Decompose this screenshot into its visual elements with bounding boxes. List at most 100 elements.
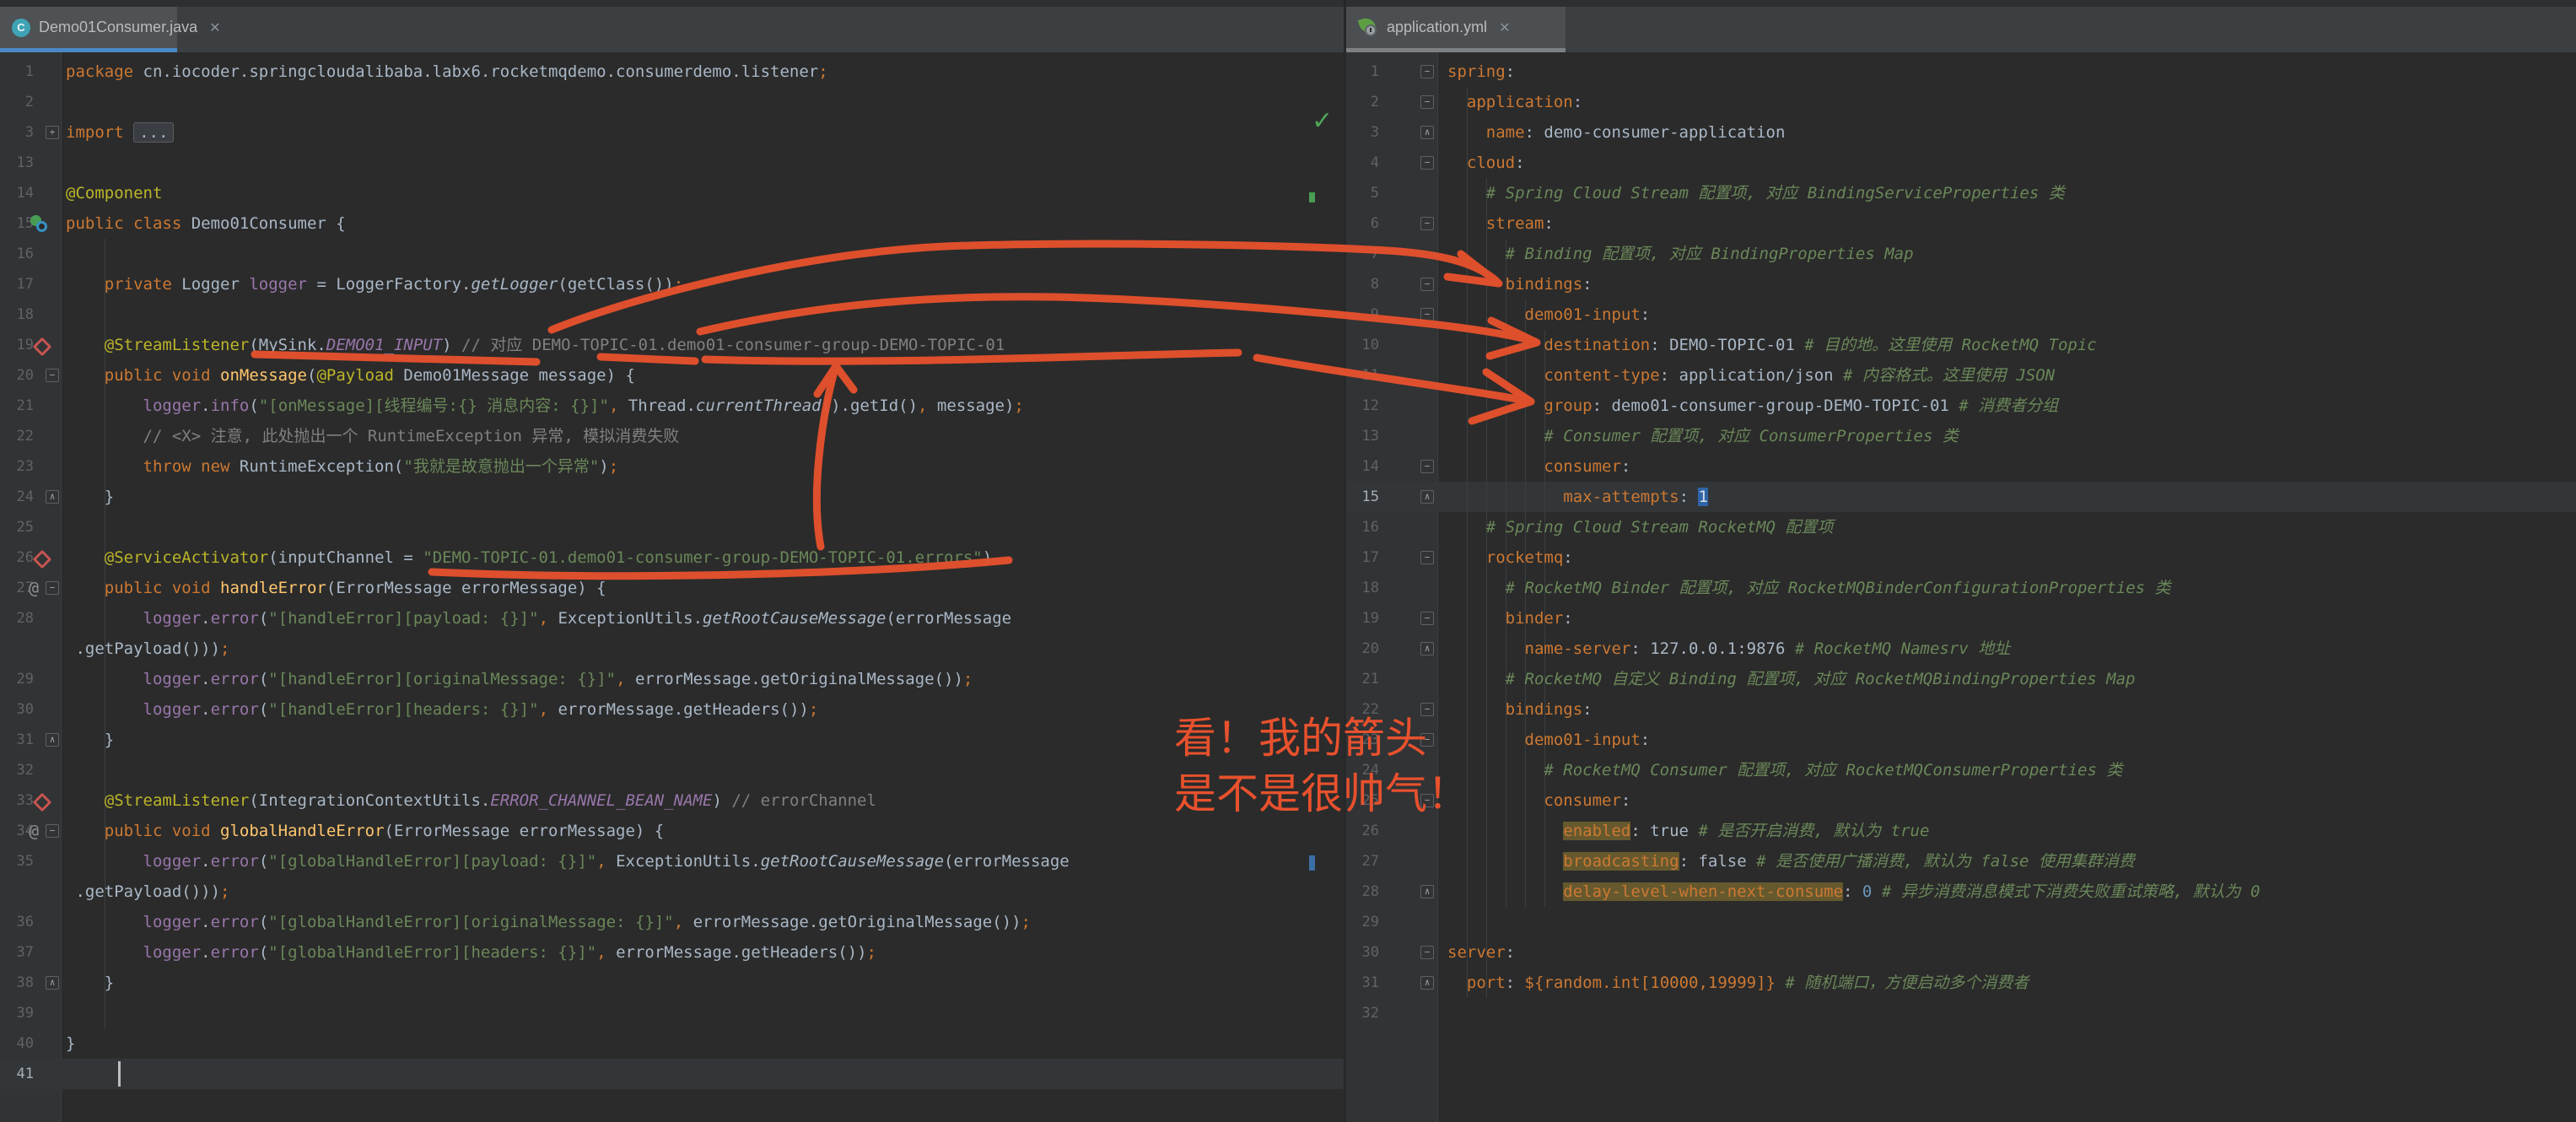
java-code-line[interactable]: 34@− public void globalHandleError(Error…	[0, 816, 1344, 846]
java-code-line[interactable]: 38∧ }	[0, 968, 1344, 998]
line-number[interactable]: 18	[1346, 573, 1379, 603]
fold-minus-icon[interactable]: −	[1420, 217, 1434, 230]
yaml-code-line[interactable]: 9− demo01-input:	[1346, 299, 2576, 330]
line-number[interactable]: 38	[0, 968, 34, 998]
yaml-code-line[interactable]: 8− bindings:	[1346, 269, 2576, 299]
fold-end-icon[interactable]: ∧	[1420, 642, 1434, 655]
yaml-code-line[interactable]: 5 # Spring Cloud Stream 配置项, 对应 BindingS…	[1346, 178, 2576, 208]
line-number[interactable]: 32	[1346, 998, 1379, 1028]
yaml-code-line[interactable]: 15∧ max-attempts: 1	[1346, 482, 2576, 512]
line-number[interactable]: 28	[0, 603, 34, 634]
line-number[interactable]: 29	[0, 664, 34, 694]
yaml-code-line[interactable]: 29	[1346, 907, 2576, 937]
yaml-code-line[interactable]: 12 group: demo01-consumer-group-DEMO-TOP…	[1346, 391, 2576, 421]
fold-minus-icon[interactable]: −	[1420, 612, 1434, 625]
java-code-line[interactable]: 13	[0, 148, 1344, 178]
line-number[interactable]: 11	[1346, 360, 1379, 391]
java-code-line[interactable]: 21 logger.info("[onMessage][线程编号:{} 消息内容…	[0, 391, 1344, 421]
yaml-code-line[interactable]: 11 content-type: application/json # 内容格式…	[1346, 360, 2576, 391]
line-number[interactable]: 15	[1346, 482, 1379, 512]
yaml-code-line[interactable]: 17− rocketmq:	[1346, 542, 2576, 573]
java-code-line[interactable]: 23 throw new RuntimeException("我就是故意抛出一个…	[0, 451, 1344, 482]
line-number[interactable]: 22	[0, 421, 34, 451]
line-number[interactable]: 8	[1346, 269, 1379, 299]
line-number[interactable]: 3	[1346, 117, 1379, 148]
java-code-line[interactable]: 39	[0, 998, 1344, 1028]
java-code-line[interactable]: 24∧ }	[0, 482, 1344, 512]
yaml-code-line[interactable]: 21 # RocketMQ 自定义 Binding 配置项, 对应 Rocket…	[1346, 664, 2576, 694]
yaml-code-line[interactable]: 2− application:	[1346, 87, 2576, 117]
java-code-line[interactable]: 18	[0, 299, 1344, 330]
fold-minus-icon[interactable]: −	[46, 581, 59, 595]
close-icon[interactable]: ✕	[209, 19, 220, 36]
listener-diamond-icon[interactable]	[33, 550, 52, 569]
java-code-line[interactable]: 3+import ...	[0, 117, 1344, 148]
line-number[interactable]: 20	[0, 360, 34, 391]
line-number[interactable]: 35	[0, 846, 34, 877]
line-number[interactable]: 10	[1346, 330, 1379, 360]
line-number[interactable]: 30	[1346, 937, 1379, 968]
java-code-line[interactable]: 15public class Demo01Consumer {	[0, 208, 1344, 239]
line-number[interactable]: 26	[0, 542, 34, 573]
line-number[interactable]: 3	[0, 117, 34, 148]
yaml-code-line[interactable]: 32	[1346, 998, 2576, 1028]
fold-minus-icon[interactable]: −	[1420, 551, 1434, 564]
yaml-code-line[interactable]: 10 destination: DEMO-TOPIC-01 # 目的地。这里使用…	[1346, 330, 2576, 360]
java-code-line[interactable]: 17 private Logger logger = LoggerFactory…	[0, 269, 1344, 299]
tab-application-yml[interactable]: application.yml ✕	[1346, 7, 1566, 48]
line-number[interactable]: 4	[1346, 148, 1379, 178]
yaml-code-line[interactable]: 22− bindings:	[1346, 694, 2576, 725]
line-number[interactable]: 21	[1346, 664, 1379, 694]
line-number[interactable]: 27	[1346, 846, 1379, 877]
yaml-code-line[interactable]: 6− stream:	[1346, 208, 2576, 239]
spring-bean-icon[interactable]	[30, 215, 47, 232]
yaml-code-line[interactable]: 30−server:	[1346, 937, 2576, 968]
line-number[interactable]: 26	[1346, 816, 1379, 846]
fold-end-icon[interactable]: ∧	[1420, 490, 1434, 504]
fold-end-icon[interactable]: ∧	[1420, 976, 1434, 990]
listener-diamond-icon[interactable]	[33, 793, 52, 812]
line-number[interactable]: 14	[0, 178, 34, 208]
yaml-code-line[interactable]: 13 # Consumer 配置项, 对应 ConsumerProperties…	[1346, 421, 2576, 451]
line-number[interactable]: 9	[1346, 299, 1379, 330]
line-number[interactable]: 41	[0, 1059, 34, 1089]
line-number[interactable]: 5	[1346, 178, 1379, 208]
line-number[interactable]: 18	[0, 299, 34, 330]
line-number[interactable]: 20	[1346, 634, 1379, 664]
fold-end-icon[interactable]: ∧	[46, 490, 59, 504]
java-code-line[interactable]: 29 logger.error("[handleError][originalM…	[0, 664, 1344, 694]
line-number[interactable]: 24	[1346, 755, 1379, 785]
annotation-gutter-icon[interactable]: @	[29, 573, 39, 603]
fold-minus-icon[interactable]: −	[1420, 703, 1434, 716]
java-code-line[interactable]: 33 @StreamListener(IntegrationContextUti…	[0, 785, 1344, 816]
line-number[interactable]: 30	[0, 694, 34, 725]
yaml-code-line[interactable]: 20∧ name-server: 127.0.0.1:9876 # Rocket…	[1346, 634, 2576, 664]
line-number[interactable]: 1	[0, 57, 34, 87]
java-code-line[interactable]: 16	[0, 239, 1344, 269]
java-code-line[interactable]: .getPayload()));	[0, 877, 1344, 907]
line-number[interactable]: 15	[0, 208, 34, 239]
yaml-code-line[interactable]: 23− demo01-input:	[1346, 725, 2576, 755]
line-number[interactable]: 19	[0, 330, 34, 360]
fold-minus-icon[interactable]: −	[1420, 460, 1434, 473]
fold-minus-icon[interactable]: −	[1420, 946, 1434, 959]
yaml-code-line[interactable]: 3∧ name: demo-consumer-application	[1346, 117, 2576, 148]
line-number[interactable]: 6	[1346, 208, 1379, 239]
line-number[interactable]: 13	[1346, 421, 1379, 451]
line-number[interactable]: 13	[0, 148, 34, 178]
yaml-code-line[interactable]: 19− binder:	[1346, 603, 2576, 634]
fold-minus-icon[interactable]: −	[1420, 308, 1434, 321]
line-number[interactable]: 40	[0, 1028, 34, 1059]
line-number[interactable]: 25	[1346, 785, 1379, 816]
java-code-line[interactable]: 1package cn.iocoder.springcloudalibaba.l…	[0, 57, 1344, 87]
line-number[interactable]: 28	[1346, 877, 1379, 907]
java-code-line[interactable]: 41	[0, 1059, 1344, 1089]
java-code-line[interactable]: 20− public void onMessage(@Payload Demo0…	[0, 360, 1344, 391]
fold-end-icon[interactable]: ∧	[46, 733, 59, 747]
fold-plus-icon[interactable]: +	[46, 126, 59, 139]
fold-minus-icon[interactable]: −	[1420, 156, 1434, 170]
fold-minus-icon[interactable]: −	[1420, 278, 1434, 291]
fold-minus-icon[interactable]: −	[46, 369, 59, 382]
line-number[interactable]: 17	[1346, 542, 1379, 573]
tab-demo01consumer-java[interactable]: C Demo01Consumer.java ✕	[0, 7, 177, 48]
